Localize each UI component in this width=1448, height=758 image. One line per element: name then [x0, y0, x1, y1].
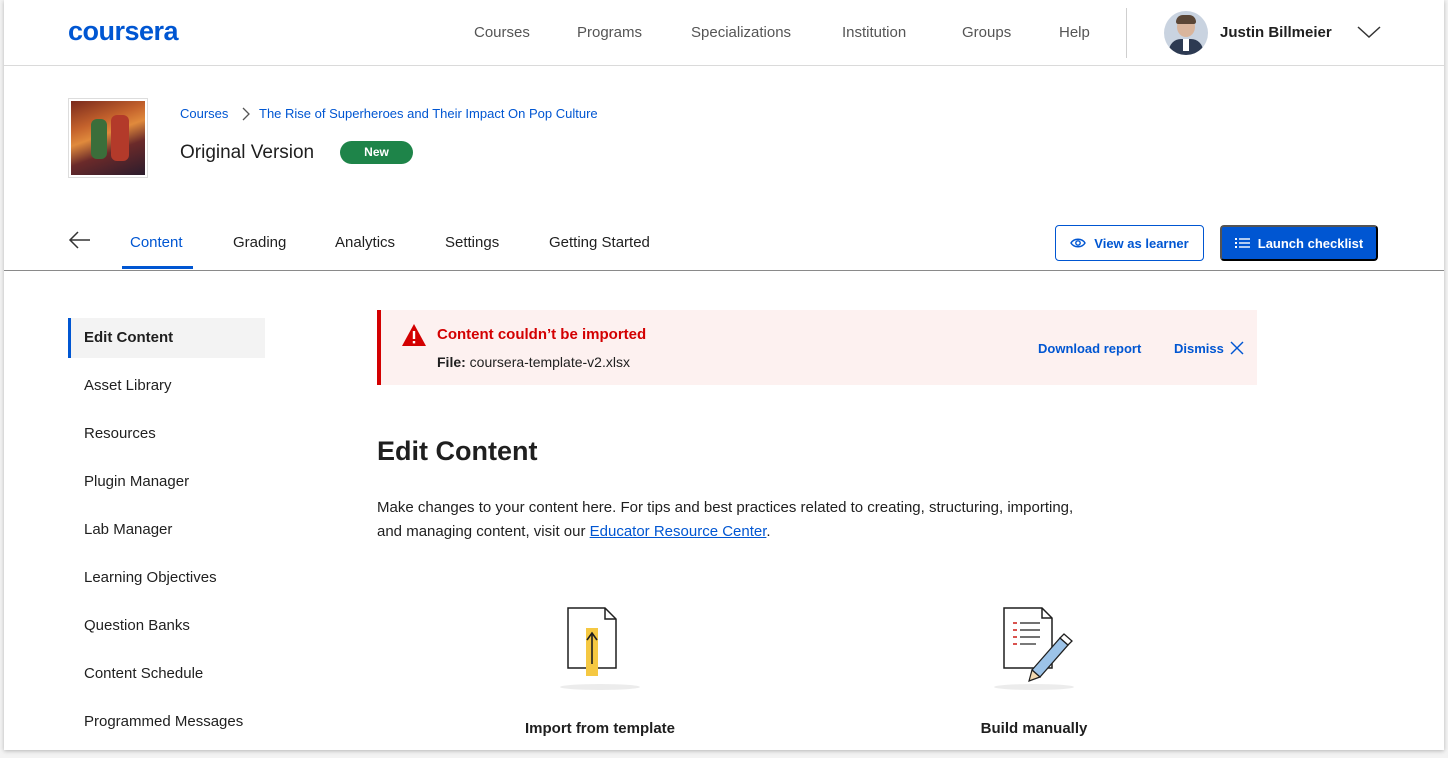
sidebar-item-programmed-messages[interactable]: Programmed Messages	[84, 713, 243, 730]
tab-getting-started[interactable]: Getting Started	[549, 234, 650, 251]
back-arrow-icon[interactable]	[68, 228, 92, 252]
breadcrumb-courses[interactable]: Courses	[180, 106, 228, 121]
active-tab-indicator	[122, 266, 193, 269]
description-end: .	[766, 523, 771, 540]
sidebar-item-asset-library[interactable]: Asset Library	[84, 377, 172, 394]
nav-specializations[interactable]: Specializations	[691, 24, 791, 41]
page-title: Original Version	[180, 142, 315, 163]
import-template-icon	[567, 607, 617, 676]
sidebar-item-plugin-manager[interactable]: Plugin Manager	[84, 473, 189, 490]
alert-file: File: coursera-template-v2.xlsx	[437, 354, 630, 370]
sidebar-item-edit-content[interactable]: Edit Content	[84, 329, 173, 346]
coursera-logo[interactable]: coursera	[68, 16, 179, 47]
sidebar-item-resources[interactable]: Resources	[84, 425, 156, 442]
status-badge: New	[340, 141, 413, 164]
download-report-link[interactable]: Download report	[1038, 341, 1141, 356]
section-description: Make changes to your content here. For t…	[377, 496, 1097, 544]
nav-divider	[1126, 8, 1127, 58]
warning-icon	[402, 324, 426, 346]
sidebar-item-content-schedule[interactable]: Content Schedule	[84, 665, 203, 682]
sidebar-item-question-banks[interactable]: Question Banks	[84, 617, 190, 634]
sidebar-item-learning-objectives[interactable]: Learning Objectives	[84, 569, 217, 586]
launch-checklist-label: Launch checklist	[1257, 235, 1364, 251]
import-from-template-label: Import from template	[524, 720, 675, 737]
course-thumbnail	[68, 98, 148, 178]
eye-icon	[1070, 238, 1087, 248]
checklist-icon	[1234, 238, 1250, 248]
build-manually-option[interactable]: Build manually	[919, 606, 1149, 737]
app-window: coursera Courses Programs Specialization…	[4, 0, 1444, 750]
user-name[interactable]: Justin Billmeier	[1220, 24, 1332, 41]
build-manually-icon	[1003, 607, 1073, 682]
tab-settings[interactable]: Settings	[445, 234, 499, 251]
breadcrumb-course-title[interactable]: The Rise of Superheroes and Their Impact…	[259, 106, 598, 121]
tabs-divider	[4, 270, 1444, 271]
import-error-alert: Content couldn’t be imported File: cours…	[377, 310, 1257, 385]
view-as-learner-label: View as learner	[1094, 235, 1189, 251]
nav-programs[interactable]: Programs	[577, 24, 642, 41]
tab-content[interactable]: Content	[130, 234, 183, 251]
view-as-learner-button[interactable]: View as learner	[1055, 225, 1204, 261]
sidebar-item-lab-manager[interactable]: Lab Manager	[84, 521, 172, 538]
tab-grading[interactable]: Grading	[233, 234, 286, 251]
build-manually-label: Build manually	[980, 720, 1088, 737]
alert-file-label: File:	[437, 354, 466, 370]
dismiss-button[interactable]: Dismiss	[1174, 341, 1224, 356]
nav-groups[interactable]: Groups	[962, 24, 1011, 41]
alert-file-name: coursera-template-v2.xlsx	[469, 354, 630, 370]
launch-checklist-button[interactable]: Launch checklist	[1220, 225, 1378, 261]
nav-institution[interactable]: Institution	[842, 24, 906, 41]
alert-title: Content couldn’t be imported	[437, 326, 647, 343]
educator-resource-center-link[interactable]: Educator Resource Center	[590, 523, 767, 540]
chevron-right-icon	[242, 107, 250, 121]
section-title: Edit Content	[377, 436, 538, 466]
nav-courses[interactable]: Courses	[474, 24, 530, 41]
nav-help[interactable]: Help	[1059, 24, 1090, 41]
tab-analytics[interactable]: Analytics	[335, 234, 395, 251]
chevron-down-icon[interactable]	[1356, 22, 1382, 42]
import-from-template-option[interactable]: Import from template	[485, 606, 715, 737]
close-icon[interactable]	[1230, 341, 1244, 355]
avatar[interactable]	[1164, 11, 1208, 55]
top-navigation-bar: coursera Courses Programs Specialization…	[4, 0, 1444, 66]
